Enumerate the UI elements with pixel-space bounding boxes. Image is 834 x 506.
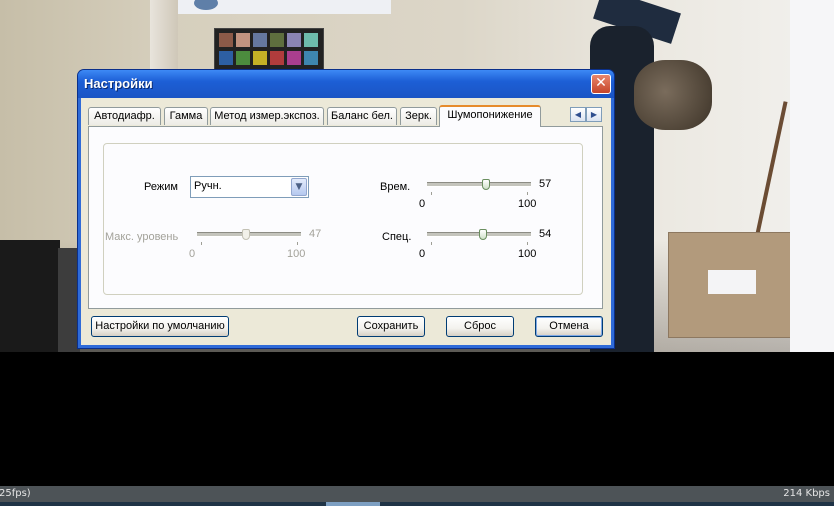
max-level-label: Макс. уровень	[105, 231, 179, 243]
max-level-slider-thumb	[241, 229, 250, 240]
time-slider-thumb[interactable]	[482, 179, 491, 190]
mode-label: Режим	[144, 181, 178, 193]
slider-tick	[527, 242, 528, 245]
bright-wall	[790, 0, 834, 352]
slider-tick	[527, 192, 528, 195]
fps-readout: 25fps)	[0, 488, 31, 499]
tab-metering-method[interactable]: Метод измер.экспоз.	[210, 107, 324, 125]
save-button[interactable]: Сохранить	[357, 316, 425, 337]
tab-mirror[interactable]: Зерк.	[400, 107, 437, 125]
arrow-right-icon: ▶	[590, 110, 598, 119]
spec-min: 0	[419, 248, 426, 260]
tab-scroll-right-button[interactable]: ▶	[586, 107, 602, 122]
spec-value: 54	[539, 228, 552, 240]
settings-group-box	[103, 143, 583, 295]
time-max: 100	[518, 198, 537, 210]
dialog-titlebar[interactable]: Настройки ✕	[78, 70, 614, 98]
noise-reduction-panel	[88, 126, 603, 309]
close-icon: ✕	[595, 75, 607, 91]
time-label: Врем.	[380, 181, 411, 193]
bitrate-readout: 214 Kbps	[783, 488, 830, 499]
status-bar: 25fps) 214 Kbps	[0, 486, 834, 506]
settings-dialog: Настройки ✕ Автодиафр. Гамма Метод измер…	[78, 70, 614, 348]
spec-label: Спец.	[382, 231, 412, 243]
mode-select-value: Ручн.	[194, 180, 222, 192]
spec-max: 100	[518, 248, 537, 260]
mode-select[interactable]: Ручн. ▼	[190, 176, 309, 198]
monitor-silhouette	[0, 240, 60, 352]
slider-tick	[431, 242, 432, 245]
tab-autoiris[interactable]: Автодиафр.	[88, 107, 161, 125]
slider-tick	[297, 242, 298, 245]
dialog-client-area: Автодиафр. Гамма Метод измер.экспоз. Бал…	[81, 98, 611, 345]
paper-in-box	[708, 270, 756, 294]
max-level-value: 47	[309, 228, 322, 240]
max-level-max: 100	[287, 248, 306, 260]
defaults-button[interactable]: Настройки по умолчанию	[91, 316, 229, 337]
tab-gamma[interactable]: Гамма	[164, 107, 208, 125]
tab-noise-reduction[interactable]: Шумопонижение	[439, 105, 541, 127]
wall-sign	[176, 0, 391, 14]
slider-tick	[201, 242, 202, 245]
tab-scroll-left-button[interactable]: ◀	[570, 107, 586, 122]
reset-button[interactable]: Сброс	[446, 316, 514, 337]
tab-white-balance[interactable]: Баланс бел.	[327, 107, 397, 125]
fur-hood	[634, 60, 712, 130]
color-checker-chart	[214, 28, 324, 72]
spec-slider-thumb[interactable]	[479, 229, 488, 240]
dialog-title: Настройки	[84, 76, 153, 91]
shelf-silhouette	[58, 248, 80, 352]
cancel-button[interactable]: Отмена	[535, 316, 603, 337]
chevron-down-icon[interactable]: ▼	[291, 178, 307, 196]
slider-tick	[431, 192, 432, 195]
scroll-thumb[interactable]	[326, 502, 380, 506]
time-value: 57	[539, 178, 552, 190]
time-slider-track[interactable]	[427, 182, 531, 187]
max-level-min: 0	[189, 248, 196, 260]
arrow-left-icon: ◀	[574, 110, 582, 119]
time-min: 0	[419, 198, 426, 210]
status-stripe	[0, 502, 834, 506]
close-button[interactable]: ✕	[591, 74, 611, 94]
broom-pole	[752, 101, 788, 249]
